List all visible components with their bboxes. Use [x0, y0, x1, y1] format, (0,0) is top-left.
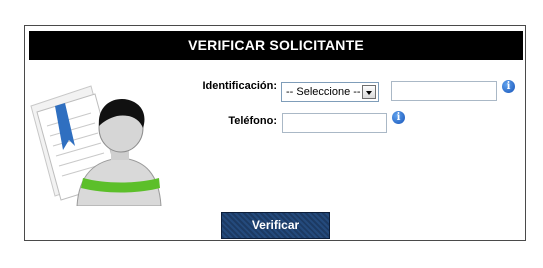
info-icon[interactable]: i — [392, 111, 405, 124]
identificacion-type-select[interactable]: -- Seleccione -- — [281, 82, 379, 102]
info-icon[interactable]: i — [502, 80, 515, 93]
telefono-input[interactable] — [282, 113, 387, 133]
chevron-down-icon[interactable] — [362, 85, 376, 99]
identificacion-label: Identificación: — [202, 80, 277, 92]
identificacion-input[interactable] — [391, 81, 497, 101]
verificar-button[interactable]: Verificar — [221, 212, 330, 239]
select-value: -- Seleccione -- — [286, 86, 361, 98]
user-document-illustration — [30, 85, 162, 206]
verify-applicant-panel: VERIFICAR SOLICITANTE Identificación: --… — [24, 25, 526, 241]
telefono-label: Teléfono: — [228, 115, 277, 127]
panel-title: VERIFICAR SOLICITANTE — [29, 31, 523, 60]
